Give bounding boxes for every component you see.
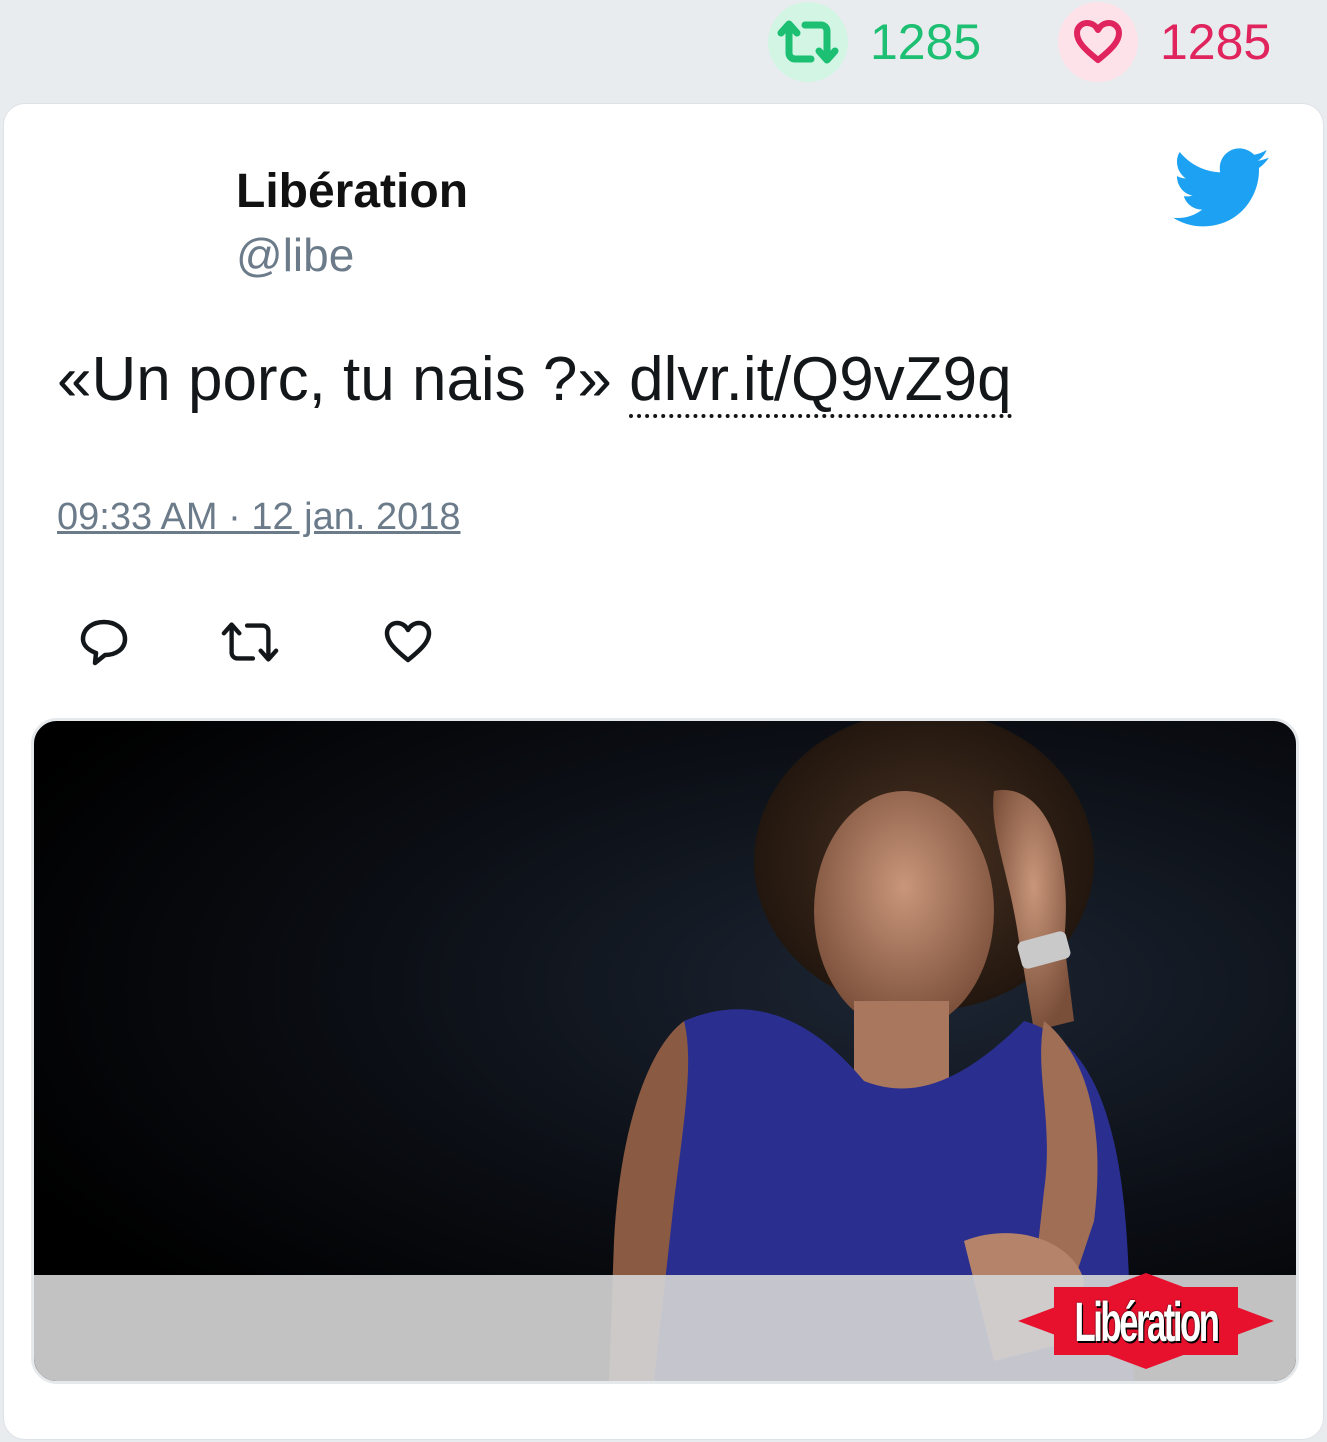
tweet-media-image[interactable]: Libération	[31, 718, 1299, 1384]
liberation-logo-text: Libération	[1074, 1289, 1220, 1353]
like-stat[interactable]: 1285	[1058, 2, 1271, 82]
tweet-text: «Un porc, tu nais ?» dlvr.it/Q9vZ9q	[57, 344, 1012, 418]
heart-icon[interactable]	[1058, 2, 1138, 82]
tweet-timestamp[interactable]: 09:33 AM · 12 jan. 2018	[57, 496, 461, 539]
user-handle[interactable]: @libe	[236, 228, 354, 282]
tweet-text-body: «Un porc, tu nais ?»	[57, 345, 630, 414]
display-name[interactable]: Libération	[236, 164, 468, 219]
like-button[interactable]	[378, 612, 438, 672]
reply-button[interactable]	[74, 612, 134, 672]
stats-bar: 1285 1285	[0, 0, 1327, 100]
retweet-count: 1285	[870, 14, 982, 70]
like-count: 1285	[1160, 14, 1272, 70]
reply-icon	[80, 619, 128, 666]
tweet-link[interactable]: dlvr.it/Q9vZ9q	[629, 345, 1012, 418]
retweet-icon[interactable]	[768, 2, 848, 82]
retweet-action-icon	[221, 622, 279, 662]
retweet-button[interactable]	[220, 612, 280, 672]
tweet-card: Libération @libe «Un porc, tu nais ?» dl…	[3, 103, 1324, 1440]
retweet-stat[interactable]: 1285	[768, 2, 981, 82]
twitter-bird-icon[interactable]	[1172, 148, 1270, 228]
liberation-logo: Libération	[1018, 1273, 1274, 1369]
heart-action-icon	[384, 620, 432, 663]
